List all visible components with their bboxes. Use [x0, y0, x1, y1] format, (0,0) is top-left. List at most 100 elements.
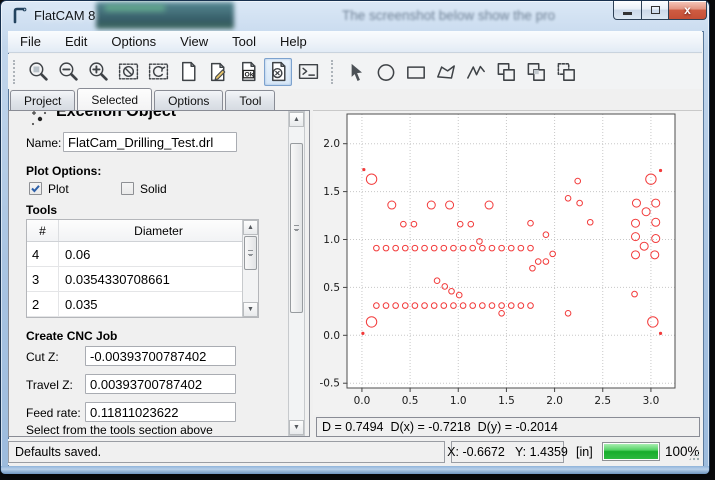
svg-text:3.0: 3.0 [643, 395, 660, 407]
table-row[interactable]: 4 0.06 [27, 242, 258, 267]
scroll-up-arrow[interactable]: ▲ [289, 112, 304, 127]
menu-options[interactable]: Options [99, 31, 168, 52]
column-header-number[interactable]: # [27, 220, 59, 241]
plot-checkbox[interactable] [29, 182, 42, 195]
minimize-button[interactable] [613, 1, 642, 20]
minimize-icon [623, 12, 632, 15]
units-label: [in] [576, 445, 593, 459]
draw-polyline-button[interactable] [462, 58, 490, 86]
toolbar-grip[interactable] [331, 60, 336, 84]
selected-object-panel: Excellon Object Name: Plot Options: Plot… [8, 110, 310, 437]
svg-text:0.5: 0.5 [323, 282, 340, 294]
clear-plot-button[interactable] [144, 58, 172, 86]
main-toolbar: Ok [8, 54, 702, 89]
scrollbar-thumb[interactable] [290, 143, 303, 313]
menu-file[interactable]: File [8, 31, 53, 52]
tab-options[interactable]: Options [154, 90, 223, 110]
tab-bar: Project Selected Options Tool [8, 88, 702, 110]
table-row[interactable]: 2 0.035 [27, 292, 258, 317]
glass-reflection [105, 5, 165, 11]
draw-circle-button[interactable] [372, 58, 400, 86]
accept-object-button[interactable]: Ok [234, 58, 262, 86]
delete-object-button[interactable] [264, 58, 292, 86]
window-title: FlatCAM 8 [34, 8, 95, 23]
table-scrollbar[interactable]: ▲ ▼ [242, 220, 258, 317]
solid-checkbox-label: Solid [140, 182, 167, 196]
close-icon: x [684, 3, 691, 17]
toolbar-grip[interactable] [13, 60, 18, 84]
replot-button[interactable] [114, 58, 142, 86]
svg-text:2.0: 2.0 [546, 395, 563, 407]
solid-checkbox[interactable] [121, 182, 134, 195]
menu-edit[interactable]: Edit [53, 31, 99, 52]
zoom-fit-button[interactable] [24, 58, 52, 86]
scrollbar-thumb[interactable] [244, 236, 257, 270]
status-bar: Defaults saved. X: -0.6672 Y: 1.4359 [in… [8, 439, 702, 465]
feed-rate-label: Feed rate: [26, 406, 81, 420]
draw-rectangle-button[interactable] [402, 58, 430, 86]
plot-options-label: Plot Options: [26, 164, 101, 178]
svg-text:1.5: 1.5 [323, 186, 340, 198]
glass-reflection-text: The screenshot below show the pro [342, 8, 555, 23]
menu-view[interactable]: View [168, 31, 220, 52]
object-type-title: Excellon Object [56, 110, 176, 121]
plot-area[interactable]: 0.00.51.01.52.02.53.0-0.50.00.51.01.52.0 [313, 110, 702, 415]
menu-help[interactable]: Help [268, 31, 319, 52]
plot-checkbox-label: Plot [48, 182, 69, 196]
zoom-out-button[interactable] [54, 58, 82, 86]
svg-text:2.5: 2.5 [594, 395, 611, 407]
cut-z-label: Cut Z: [26, 350, 59, 364]
draw-polygon-button[interactable] [432, 58, 460, 86]
travel-z-label: Travel Z: [26, 378, 73, 392]
column-header-diameter[interactable]: Diameter [59, 220, 258, 241]
check-icon [30, 183, 41, 194]
progress-bar [602, 442, 660, 461]
edit-object-button[interactable] [204, 58, 232, 86]
panel-scrollbar[interactable]: ▲ ▼ [288, 111, 305, 436]
tools-label: Tools [26, 203, 57, 217]
svg-text:Ok: Ok [244, 72, 253, 79]
tab-project[interactable]: Project [10, 90, 75, 110]
polygon-intersection-button[interactable] [522, 58, 550, 86]
plot-canvas[interactable]: 0.00.51.01.52.02.53.0-0.50.00.51.01.52.0 [313, 111, 702, 416]
maximize-button[interactable] [641, 1, 669, 20]
svg-text:0.0: 0.0 [354, 395, 371, 407]
tools-table-header: # Diameter [27, 220, 258, 242]
polygon-union-button[interactable] [492, 58, 520, 86]
menu-bar: File Edit Options View Tool Help [8, 31, 702, 53]
excellon-drill-icon [29, 110, 49, 128]
scroll-down-arrow[interactable]: ▼ [289, 420, 304, 435]
table-row[interactable]: 3 0.0354330708661 [27, 267, 258, 292]
feed-rate-input[interactable] [85, 402, 236, 422]
new-project-button[interactable] [174, 58, 202, 86]
status-message: Defaults saved. [8, 441, 445, 463]
travel-z-input[interactable] [85, 374, 236, 394]
svg-text:2.0: 2.0 [323, 138, 340, 150]
svg-text:-0.5: -0.5 [320, 378, 341, 390]
maximize-icon [651, 6, 660, 14]
flatcam-logo-icon [12, 7, 28, 24]
name-input[interactable] [63, 132, 237, 152]
window-frame-bottom [1, 466, 709, 474]
svg-text:1.0: 1.0 [323, 234, 340, 246]
close-button[interactable]: x [668, 1, 707, 20]
scroll-up-arrow[interactable]: ▲ [243, 220, 258, 235]
polygon-subtract-button[interactable] [552, 58, 580, 86]
svg-text:0.0: 0.0 [323, 330, 340, 342]
tab-tool[interactable]: Tool [225, 90, 275, 110]
shell-button[interactable] [294, 58, 322, 86]
menu-tool[interactable]: Tool [220, 31, 268, 52]
scroll-down-arrow[interactable]: ▼ [243, 302, 258, 317]
svg-text:1.0: 1.0 [450, 395, 467, 407]
progress-fill [604, 444, 658, 459]
zoom-in-button[interactable] [84, 58, 112, 86]
tools-table: # Diameter 4 0.06 3 0.0354330708661 2 0.… [26, 219, 259, 318]
title-bar[interactable]: The screenshot below show the pro FlatCA… [1, 1, 711, 31]
cnc-job-label: Create CNC Job [26, 329, 117, 343]
tools-note: Select from the tools section above [26, 423, 213, 437]
tab-selected[interactable]: Selected [77, 88, 152, 110]
select-tool-button[interactable] [342, 58, 370, 86]
svg-text:0.5: 0.5 [402, 395, 419, 407]
cursor-coordinates: X: -0.6672 Y: 1.4359 [451, 441, 564, 463]
cut-z-input[interactable] [85, 346, 236, 366]
